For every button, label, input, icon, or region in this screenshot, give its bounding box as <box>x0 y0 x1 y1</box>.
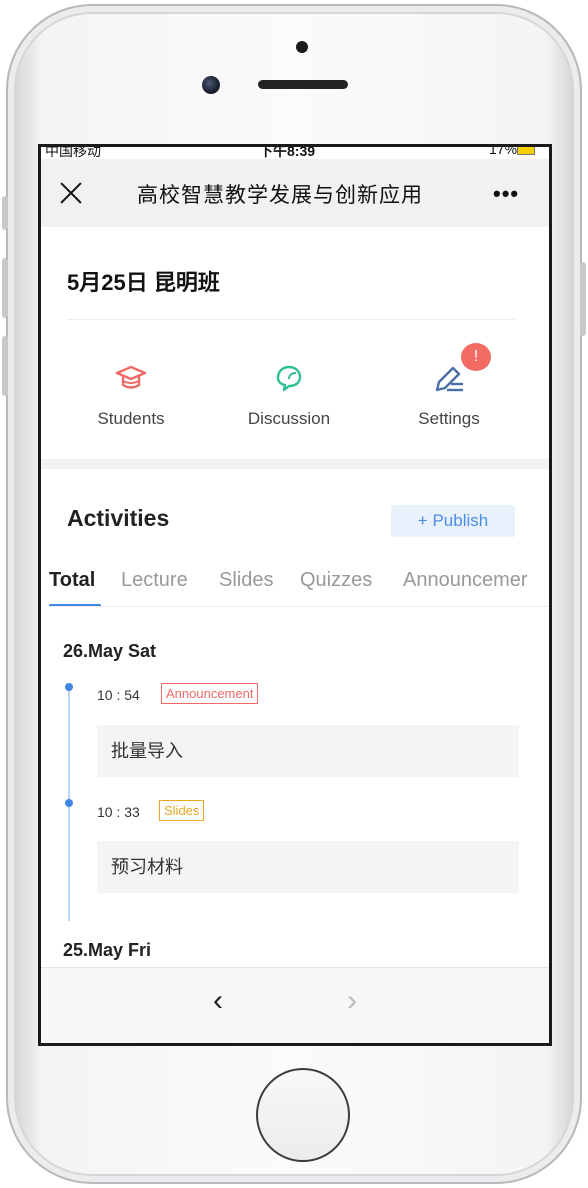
active-tab-indicator <box>49 604 101 606</box>
plus-icon: + <box>417 511 428 530</box>
students-button[interactable]: Students <box>71 357 191 429</box>
more-options-icon[interactable]: ••• <box>493 181 519 207</box>
edit-pen-icon <box>435 366 463 392</box>
status-bar: 中国移动 下午8:39 17% <box>41 147 549 159</box>
activity-card[interactable]: 批量导入 <box>97 725 519 777</box>
app-screen: 中国移动 下午8:39 17% 高校智慧教学发展与创新应用 ••• 5月25日 … <box>38 144 552 1046</box>
earpiece-speaker <box>258 80 348 89</box>
back-arrow-icon[interactable]: ‹ <box>213 984 223 1018</box>
class-title: 5月25日 昆明班 <box>67 270 220 295</box>
timeline-dot <box>65 799 73 807</box>
battery-icon <box>517 147 535 155</box>
settings-button[interactable]: Settings ! <box>389 343 509 429</box>
activity-card[interactable]: 预习材料 <box>97 841 519 893</box>
bottom-nav-bar: ‹ › <box>41 967 549 1043</box>
section-separator <box>41 459 549 469</box>
activity-tabs: Total Lecture Slides Quizzes Announcemer <box>49 561 549 607</box>
discussion-button[interactable]: Discussion <box>229 357 349 429</box>
date-header: 26.May Sat <box>63 641 157 661</box>
activities-heading: Activities <box>67 505 170 531</box>
tab-lecture[interactable]: Lecture <box>121 569 188 592</box>
volume-down-button <box>2 336 8 396</box>
settings-label: Settings <box>418 409 480 428</box>
status-time: 下午8:39 <box>259 147 316 159</box>
graduation-cap-icon <box>115 365 147 389</box>
tab-total[interactable]: Total <box>49 569 95 592</box>
power-button <box>580 262 586 336</box>
volume-up-button <box>2 258 8 318</box>
announcement-tag: Announcement <box>161 683 259 704</box>
tab-announcement[interactable]: Announcemer <box>403 569 528 592</box>
chat-bubbles-icon <box>276 365 302 392</box>
date-header: 25.May Fri <box>63 940 152 960</box>
battery-percent: 17% <box>489 147 518 157</box>
tab-slides[interactable]: Slides <box>219 569 273 592</box>
activity-time: 10 : 33 <box>97 804 140 820</box>
tab-quizzes[interactable]: Quizzes <box>300 569 372 592</box>
publish-label: Publish <box>432 511 489 530</box>
students-label: Students <box>97 409 165 428</box>
mute-switch <box>2 196 8 230</box>
front-sensor <box>296 41 308 53</box>
slides-tag: Slides <box>159 800 205 821</box>
carrier-label: 中国移动 <box>45 147 101 159</box>
nav-bar: 高校智慧教学发展与创新应用 ••• <box>41 159 549 227</box>
publish-button[interactable]: + Publish <box>391 505 515 537</box>
page-title: 高校智慧教学发展与创新应用 <box>137 184 423 207</box>
discussion-label: Discussion <box>247 409 331 428</box>
activity-time: 10 : 54 <box>97 687 140 703</box>
front-camera <box>202 76 220 94</box>
timeline-dot <box>65 683 73 691</box>
forward-arrow-icon[interactable]: › <box>347 984 357 1018</box>
home-button[interactable] <box>256 1068 350 1162</box>
notification-badge: ! <box>461 343 491 371</box>
divider <box>67 319 515 320</box>
close-icon[interactable] <box>59 181 83 205</box>
